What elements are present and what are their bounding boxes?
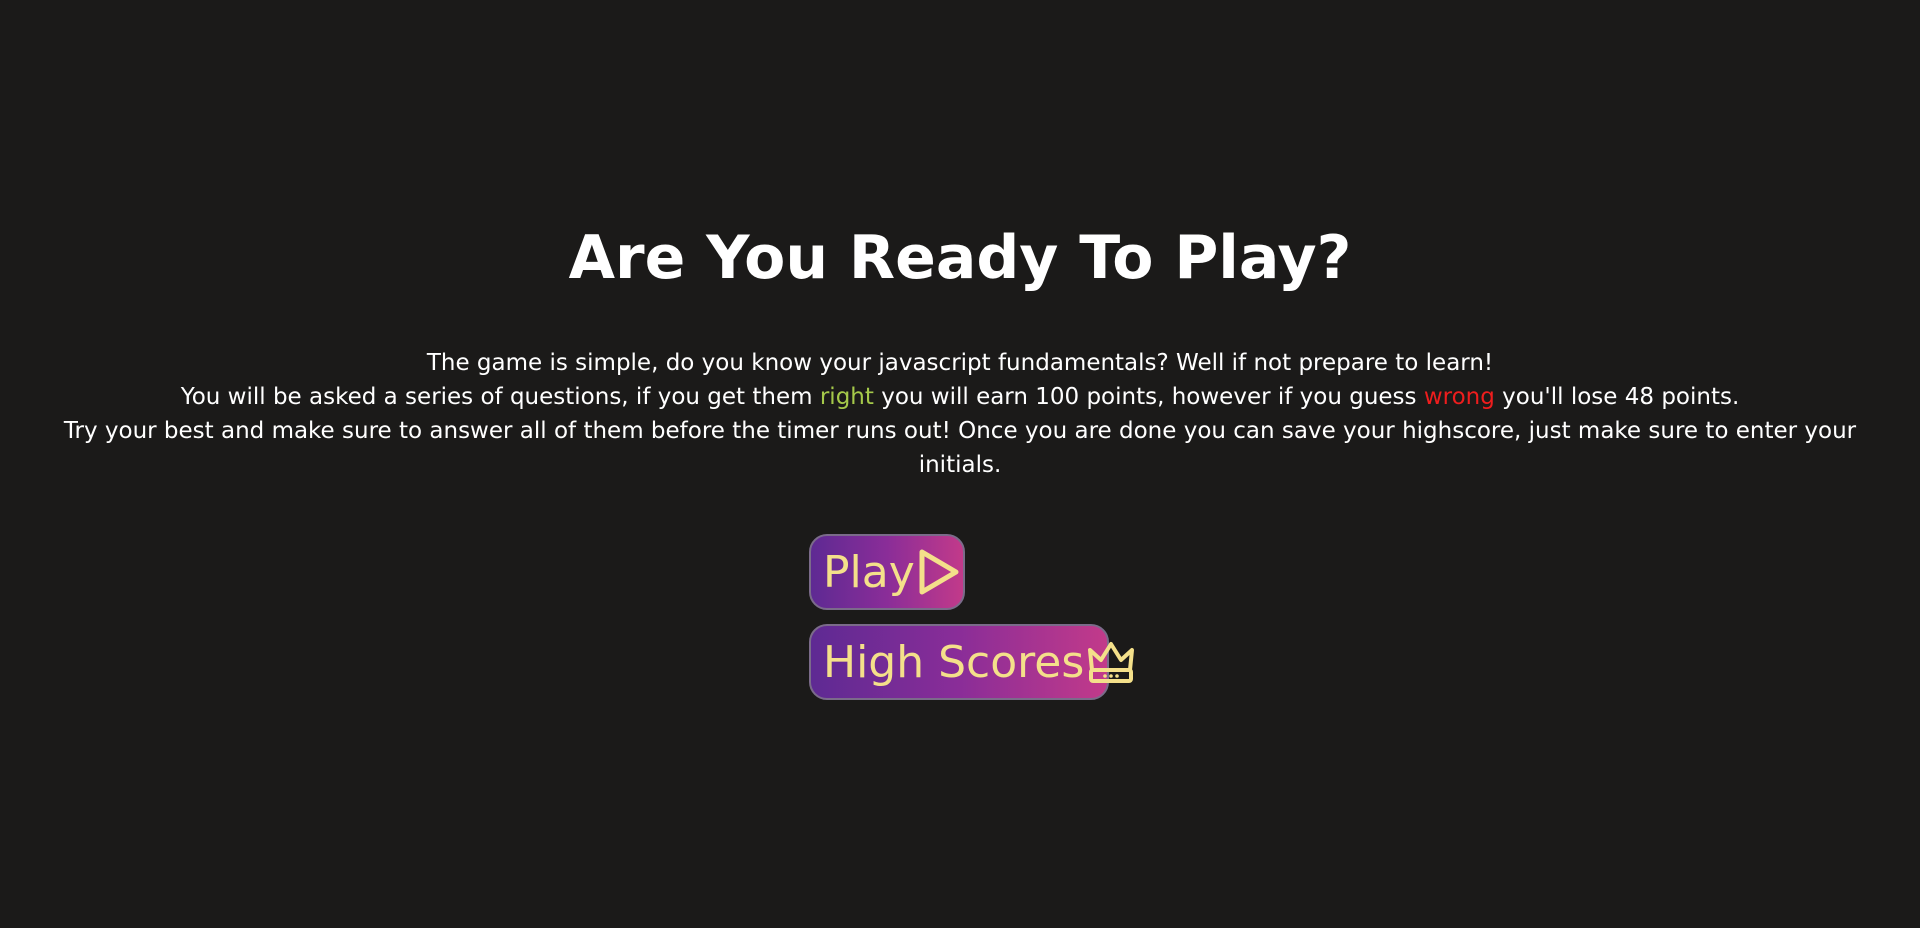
instructions-line-1: The game is simple, do you know your jav… [426, 350, 1494, 376]
instructions-line-2-end: you'll lose 48 points. [1494, 384, 1740, 410]
play-icon [917, 548, 961, 596]
start-screen: Are You Ready To Play? The game is simpl… [0, 0, 1920, 928]
instructions: The game is simple, do you know your jav… [40, 346, 1880, 482]
instructions-line-2: You will be asked a series of questions,… [40, 380, 1880, 414]
instructions-line-2-middle: you will earn 100 points, however if you… [873, 384, 1424, 410]
right-word: right [819, 384, 874, 410]
high-scores-button[interactable]: High Scores [809, 624, 1135, 700]
page-title: Are You Ready To Play? [568, 223, 1352, 293]
play-button-label: Play [823, 546, 915, 598]
instructions-line-2-start: You will be asked a series of questions,… [180, 384, 820, 410]
crown-icon [1086, 638, 1136, 686]
wrong-word: wrong [1423, 384, 1495, 410]
high-scores-button-label: High Scores [823, 636, 1085, 688]
instructions-line-3: Try your best and make sure to answer al… [63, 418, 1857, 478]
play-button[interactable]: Play [809, 534, 965, 610]
